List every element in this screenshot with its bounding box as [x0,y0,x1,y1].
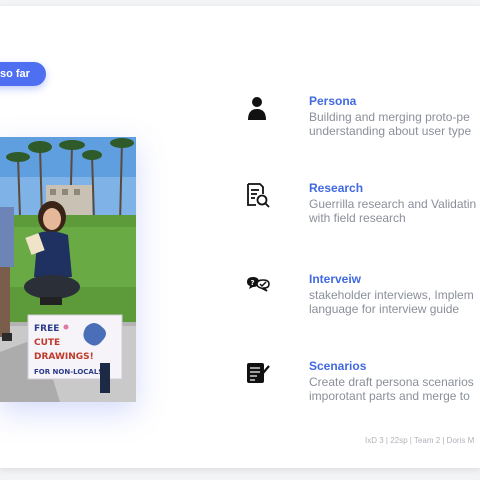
sign-text-drawings: DRAWINGS! [34,352,94,362]
item-title: Scenarios [309,359,367,373]
sign-text-non-locals: FOR NON-LOCALS [34,368,103,376]
item-description: Building and merging proto-pe understand… [309,110,472,138]
list-item-persona: Persona Building and merging proto-pe un… [244,94,480,138]
list-item-scenarios: Scenarios Create draft persona scenarios… [244,359,480,403]
sign-text-cute: CUTE [34,338,60,348]
field-research-photo: FREE CUTE DRAWINGS! FOR NON-LOCALS [0,137,136,402]
list-item-research: Research Guerrilla research and Validati… [244,181,480,225]
item-title: Interveiw [309,272,362,286]
scroll-pen-icon [244,359,272,387]
list-item-interview: ? Interveiw stakeholder interviews, Impl… [244,272,480,316]
document-search-icon [244,181,272,209]
slide: so far FREE CUTE DRAWINGS! FOR NON-LOCAL… [0,6,480,468]
item-title: Research [309,181,364,195]
slide-footer: IxD 3 | 22sp | Team 2 | Doris M [365,436,475,445]
section-pill: so far [0,62,46,86]
item-description: Create draft persona scenarios imporotan… [309,375,474,403]
chat-bubbles-icon: ? [244,272,272,300]
svg-text:?: ? [251,279,255,287]
item-description: Guerrilla research and Validatin with fi… [309,197,477,225]
item-description: stakeholder interviews, Implem language … [309,288,474,316]
item-title: Persona [309,94,357,108]
person-icon [244,94,272,122]
sign-text-free: FREE [34,324,59,334]
